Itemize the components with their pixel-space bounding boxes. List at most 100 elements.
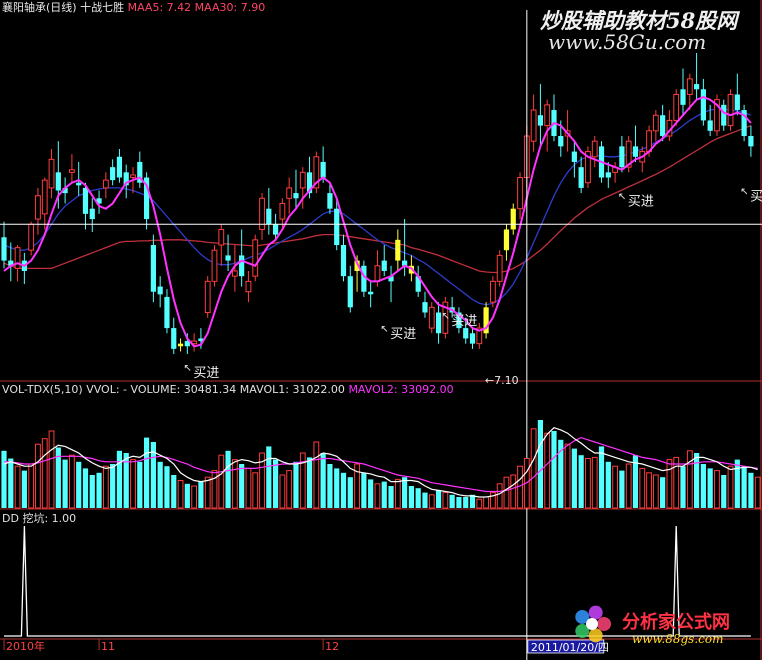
- volume-bar: [340, 472, 347, 508]
- volume-bar: [293, 461, 299, 508]
- candle-body: [544, 104, 551, 127]
- volume-bar: [754, 476, 761, 509]
- volume-bar: [286, 470, 293, 509]
- mavol1-label: MAVOL1:: [239, 383, 289, 396]
- volume-bar: [707, 468, 713, 508]
- volume-bar: [157, 461, 163, 508]
- candle-body: [700, 89, 706, 121]
- watermark-top-url: www.58Gu.com: [548, 30, 707, 54]
- volume-bar: [231, 459, 238, 509]
- buy-signal-label: 买进: [451, 314, 477, 329]
- ma30-value: 7.90: [240, 1, 266, 14]
- candle-body: [463, 328, 469, 339]
- candle-body: [673, 93, 680, 121]
- volume-bar: [239, 464, 245, 508]
- ma5-value: 7.42: [166, 1, 192, 14]
- candle-body: [619, 146, 625, 168]
- candle: [28, 221, 35, 256]
- ma5-label: MAA5:: [127, 1, 164, 14]
- volume-bar: [428, 494, 435, 509]
- volume-indicator-name: VOL-TDX(5,10): [2, 383, 83, 396]
- candle-body: [130, 174, 136, 179]
- candle-body: [558, 136, 564, 147]
- candle-body: [347, 276, 353, 308]
- candle-body: [469, 333, 476, 344]
- volume-bar: [361, 472, 367, 508]
- volume-bar: [143, 437, 150, 508]
- volume-bar: [693, 453, 700, 508]
- volume-bar: [646, 472, 652, 509]
- volume-bar: [334, 468, 340, 508]
- volume-bar: [578, 455, 584, 508]
- candle-body: [218, 228, 225, 246]
- candle: [714, 94, 720, 136]
- buy-arrow: ↖: [441, 311, 449, 322]
- candle-body: [239, 255, 245, 277]
- volume-bar: [82, 468, 89, 508]
- volume-bar: [198, 481, 204, 508]
- candle-body: [102, 179, 109, 189]
- volume-bar: [327, 464, 333, 508]
- candle-body: [748, 136, 754, 147]
- signal-series-value: 1.00: [51, 512, 77, 525]
- candle-body: [578, 167, 584, 188]
- volume-bar: [585, 458, 591, 509]
- logo-center: [586, 618, 598, 630]
- candle: [585, 146, 591, 188]
- volume-bar: [673, 456, 680, 509]
- price-low-label: ←7.10: [485, 374, 519, 387]
- candle-body: [259, 197, 265, 230]
- candle-body: [211, 249, 218, 282]
- buy-arrow: ↖: [740, 187, 748, 198]
- volume-bar: [619, 470, 625, 508]
- stock-name: 襄阳轴承(日线): [2, 1, 77, 14]
- volume-bar: [666, 459, 673, 509]
- volume-bar: [116, 450, 123, 508]
- volume-bar: [721, 475, 727, 508]
- volume-bar: [598, 446, 605, 508]
- volume-bar: [388, 486, 394, 508]
- candle: [313, 151, 320, 194]
- candle-body: [82, 187, 89, 214]
- volume-bar: [734, 459, 740, 508]
- candle-body: [428, 306, 435, 329]
- candle-body: [266, 208, 272, 225]
- volume-bar: [544, 432, 551, 509]
- buy-signal-label: 买进: [390, 327, 416, 342]
- volume-bar: [184, 483, 190, 508]
- candle-body: [707, 120, 713, 131]
- mavol1-value: 31022.00: [292, 383, 345, 396]
- volume-bar: [252, 472, 259, 509]
- candle-body: [76, 182, 82, 186]
- volume-bar: [612, 465, 619, 509]
- volume-bar: [660, 477, 666, 508]
- time-axis-label: 12: [325, 640, 339, 653]
- time-axis-label: 11: [101, 640, 115, 653]
- candle-body: [334, 208, 340, 246]
- volume-bar: [204, 476, 211, 509]
- vvol-label: VVOL: -: [86, 383, 128, 396]
- candle: [741, 104, 747, 142]
- candle-body: [41, 179, 48, 215]
- candle-body: [632, 146, 639, 157]
- candle-body: [48, 158, 55, 189]
- stock-chart[interactable]: ↖买进↖买进↖买进↖买进↖买进←7.102010年111212011/01/20…: [0, 0, 762, 660]
- volume-bar: [625, 463, 632, 509]
- candle-body: [489, 280, 496, 303]
- signal-series-label: 挖坑:: [22, 512, 49, 525]
- signal-indicator-name: DD: [2, 512, 19, 525]
- volume-bar: [700, 464, 706, 508]
- volume-bar: [35, 443, 41, 509]
- volume-bar: [368, 479, 374, 508]
- candle-body: [204, 280, 211, 314]
- candle-body: [177, 343, 184, 347]
- volume-bar: [62, 459, 68, 508]
- candle-body: [503, 229, 510, 251]
- candle-body: [327, 193, 333, 209]
- candle-body: [727, 93, 734, 127]
- buy-arrow: ↖: [618, 192, 626, 203]
- candle-body: [537, 115, 544, 126]
- volume-bar: [28, 463, 35, 509]
- logo-petal: [597, 617, 611, 631]
- candle-body: [591, 140, 598, 158]
